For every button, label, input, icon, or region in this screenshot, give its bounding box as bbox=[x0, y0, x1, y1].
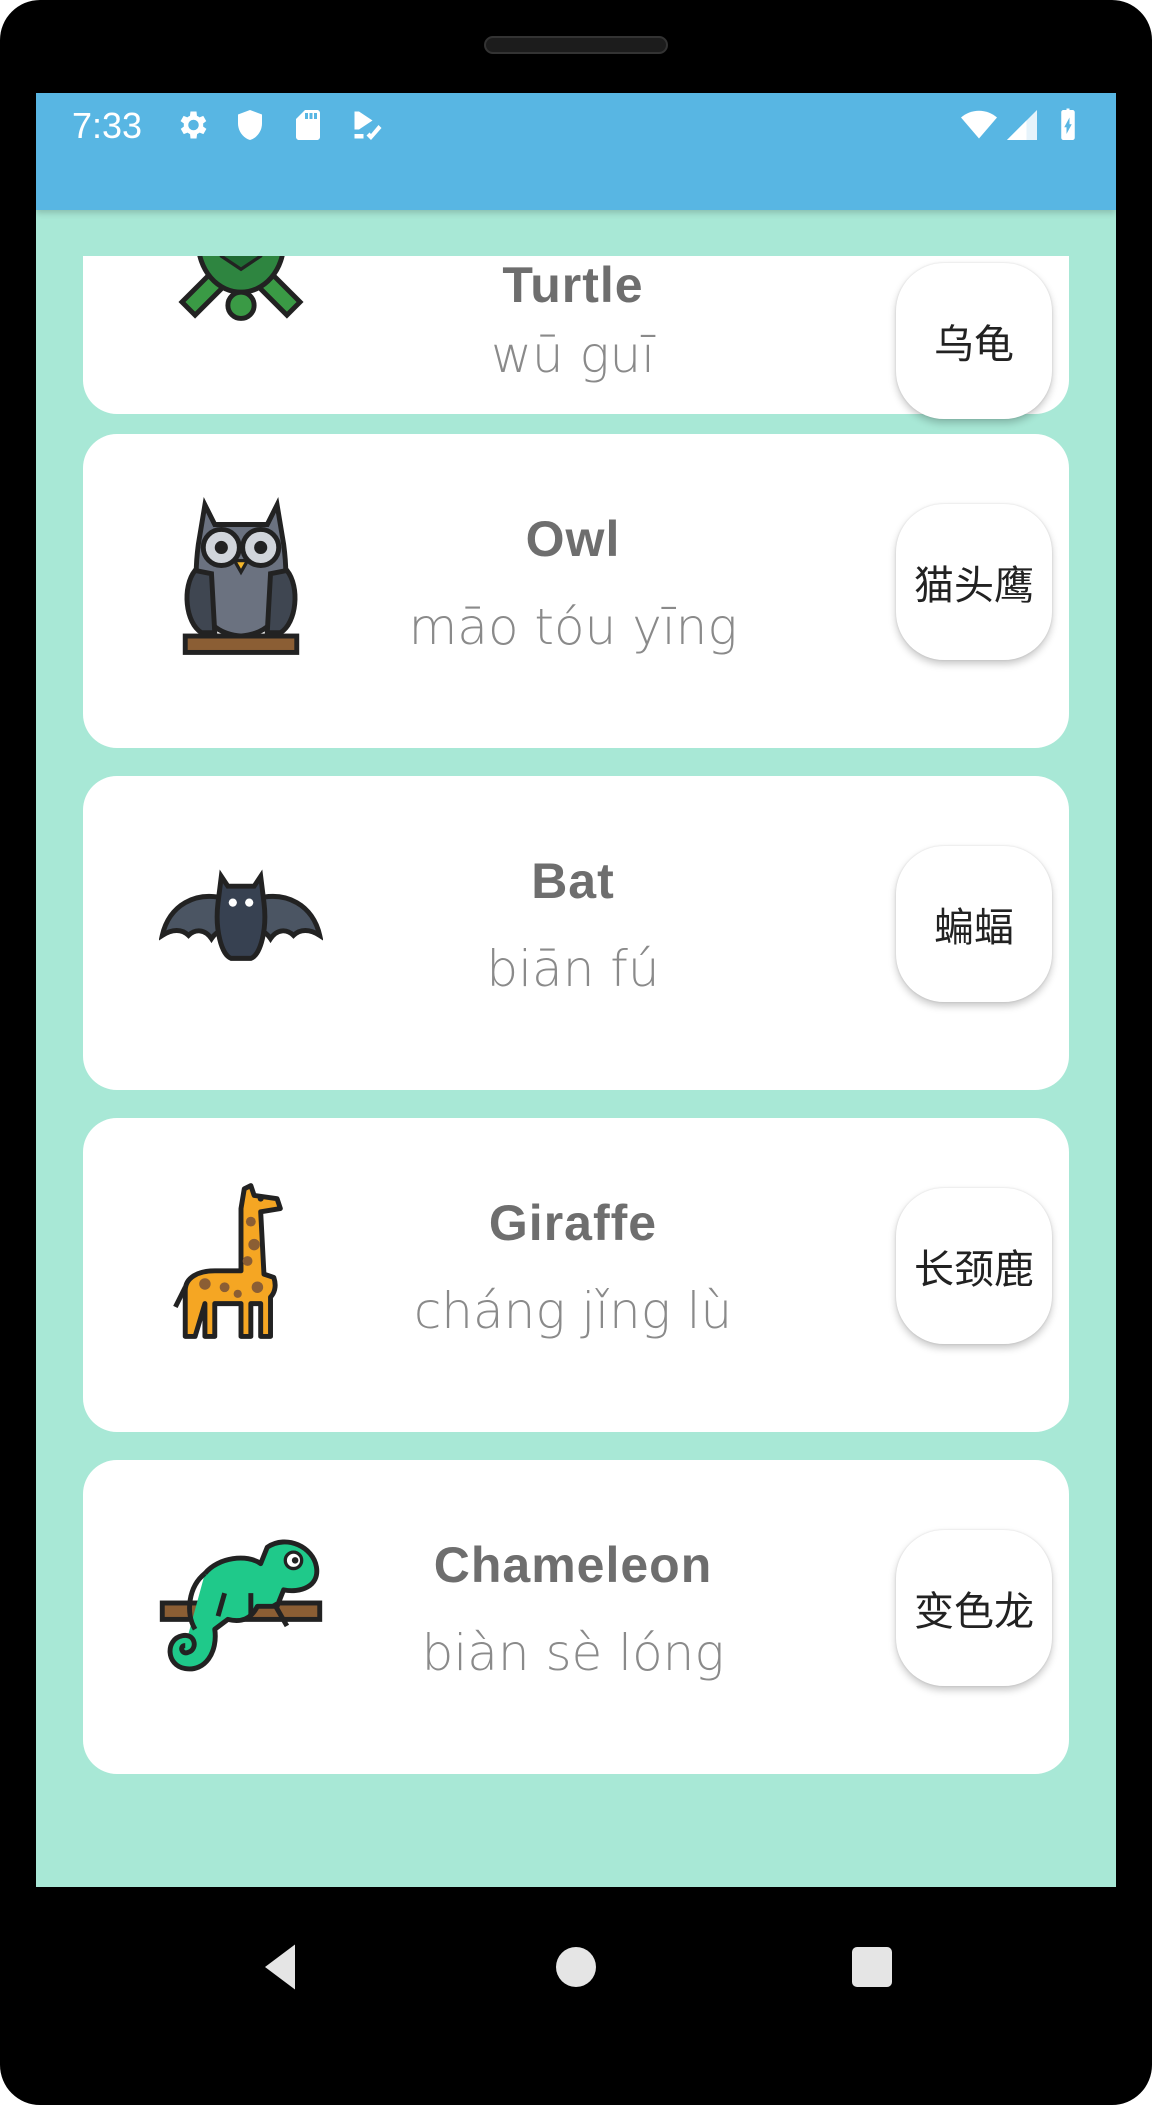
play-protect-icon bbox=[354, 111, 382, 140]
pinyin: wū guī bbox=[490, 326, 656, 384]
owl-icon bbox=[182, 496, 300, 655]
hanzi-button-chameleon[interactable]: 变色龙 bbox=[896, 1530, 1052, 1686]
status-time: 7:33 bbox=[72, 105, 143, 146]
battery-charging-icon bbox=[1061, 108, 1075, 140]
english-name: Chameleon bbox=[433, 1537, 713, 1593]
animal-card-turtle: Turtle wū guī 乌龟 bbox=[83, 256, 1069, 419]
english-name: Turtle bbox=[502, 257, 644, 313]
recents-icon[interactable] bbox=[842, 1937, 902, 1997]
chameleon-icon bbox=[159, 1539, 323, 1672]
hanzi-button-giraffe[interactable]: 长颈鹿 bbox=[896, 1188, 1052, 1344]
settings-gear-icon bbox=[180, 111, 207, 139]
animal-card-owl: Owl māo tóu yīng 猫头鹰 bbox=[83, 434, 1069, 748]
sd-card-icon bbox=[296, 110, 320, 140]
earpiece-speaker bbox=[484, 36, 668, 54]
bat-icon bbox=[159, 869, 323, 961]
pinyin: biàn sè lóng bbox=[421, 1624, 725, 1682]
animal-list[interactable]: Turtle wū guī 乌龟 Owl māo tóu yīng 猫头鹰 Ba… bbox=[36, 256, 1116, 1887]
english-name: Giraffe bbox=[488, 1195, 658, 1251]
english-name: Bat bbox=[531, 853, 615, 909]
pinyin: māo tóu yīng bbox=[408, 598, 738, 656]
back-icon[interactable] bbox=[250, 1937, 310, 1997]
english-name: Owl bbox=[525, 511, 621, 567]
shield-icon bbox=[238, 110, 262, 140]
cell-signal-icon bbox=[1007, 110, 1037, 140]
hanzi-button-turtle[interactable]: 乌龟 bbox=[896, 263, 1052, 419]
turtle-icon bbox=[178, 256, 304, 321]
phone-frame: 7:33 Turtle wū guī 乌龟 Owl māo tóu yīng 猫… bbox=[0, 0, 1152, 2105]
animal-card-giraffe: Giraffe cháng jǐng lù 长颈鹿 bbox=[83, 1118, 1069, 1432]
wifi-icon bbox=[961, 110, 997, 139]
giraffe-icon bbox=[173, 1183, 283, 1339]
app-screen: 7:33 Turtle wū guī 乌龟 Owl māo tóu yīng 猫… bbox=[36, 93, 1116, 1887]
hanzi-button-owl[interactable]: 猫头鹰 bbox=[896, 504, 1052, 660]
pinyin: cháng jǐng lù bbox=[413, 1282, 733, 1340]
pinyin: biān fú bbox=[486, 940, 660, 998]
status-bar: 7:33 bbox=[36, 93, 1116, 210]
navigation-bar bbox=[36, 1887, 1116, 2047]
home-icon[interactable] bbox=[546, 1937, 606, 1997]
hanzi-button-bat[interactable]: 蝙蝠 bbox=[896, 846, 1052, 1002]
animal-card-chameleon: Chameleon biàn sè lóng 变色龙 bbox=[83, 1460, 1069, 1774]
animal-card-bat: Bat biān fú 蝙蝠 bbox=[83, 776, 1069, 1090]
